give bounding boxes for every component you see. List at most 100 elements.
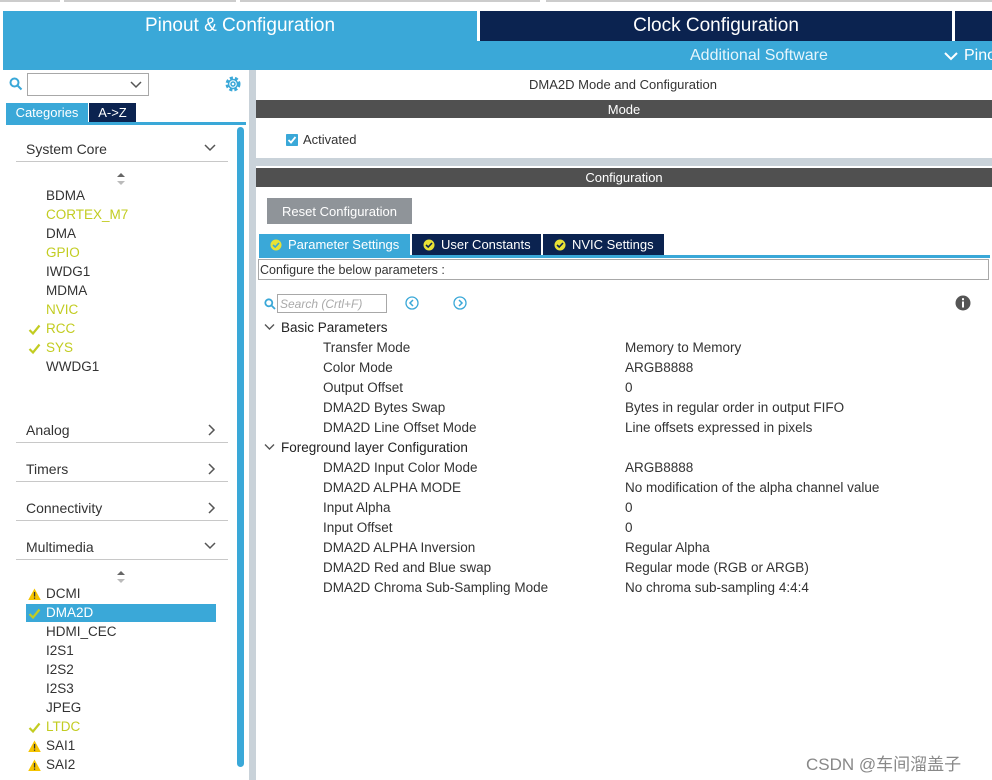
parameter-value[interactable]: Bytes in regular order in output FIFO bbox=[625, 400, 844, 415]
parameter-row[interactable]: DMA2D Bytes Swap Bytes in regular order i… bbox=[323, 399, 963, 417]
peripheral-label: WWDG1 bbox=[46, 359, 100, 374]
category-multimedia[interactable]: Multimedia bbox=[16, 535, 228, 560]
peripheral-item[interactable]: CORTEX_M7 bbox=[26, 206, 216, 224]
parameter-row[interactable]: DMA2D Red and Blue swap Regular mode (RGB… bbox=[323, 559, 963, 577]
parameter-name: Transfer Mode bbox=[323, 340, 411, 355]
window-top-strip bbox=[0, 0, 992, 11]
peripheral-item[interactable]: BDMA bbox=[26, 187, 216, 205]
left-scrollbar-thumb[interactable] bbox=[237, 127, 244, 767]
parameter-value[interactable]: ARGB8888 bbox=[625, 460, 693, 475]
parameter-value[interactable]: No chroma sub-sampling 4:4:4 bbox=[625, 580, 809, 595]
previous-result-icon[interactable] bbox=[405, 296, 419, 310]
parameter-value[interactable]: Line offsets expressed in pixels bbox=[625, 420, 812, 435]
tab-nvic-settings[interactable]: NVIC Settings bbox=[543, 234, 664, 255]
info-icon[interactable] bbox=[955, 295, 971, 311]
strip-segment bbox=[64, 0, 236, 2]
tab-label: User Constants bbox=[441, 237, 531, 252]
activated-label: Activated bbox=[303, 132, 357, 147]
parameter-row[interactable]: DMA2D Input Color Mode ARGB8888 bbox=[323, 459, 963, 477]
peripheral-item[interactable]: GPIO bbox=[26, 244, 216, 262]
parameter-value[interactable]: 0 bbox=[625, 500, 633, 515]
peripheral-item[interactable]: SAI2 bbox=[26, 756, 216, 774]
peripheral-item[interactable]: I2S1 bbox=[26, 642, 216, 660]
peripheral-label: I2S3 bbox=[46, 681, 74, 696]
peripheral-item[interactable]: MDMA bbox=[26, 282, 216, 300]
tab-categories[interactable]: Categories bbox=[6, 103, 88, 122]
category-connectivity[interactable]: Connectivity bbox=[16, 496, 228, 521]
peripheral-item[interactable]: LTDC bbox=[26, 718, 216, 736]
parameter-row[interactable]: Color Mode ARGB8888 bbox=[323, 359, 963, 377]
strip-segment bbox=[546, 0, 992, 2]
parameter-row[interactable]: DMA2D ALPHA MODE No modification of the a… bbox=[323, 479, 963, 497]
peripheral-item[interactable]: DCMI bbox=[26, 585, 216, 603]
parameter-row[interactable]: Transfer Mode Memory to Memory bbox=[323, 339, 963, 357]
category-timers[interactable]: Timers bbox=[16, 457, 228, 482]
parameter-row[interactable]: Input Offset 0 bbox=[323, 519, 963, 537]
parameter-value[interactable]: No modification of the alpha channel val… bbox=[625, 480, 879, 495]
tab-clock-configuration[interactable]: Clock Configuration bbox=[480, 11, 952, 41]
peripheral-item[interactable]: WWDG1 bbox=[26, 358, 216, 376]
peripheral-item[interactable]: RCC bbox=[26, 320, 216, 338]
peripheral-label: DMA bbox=[46, 226, 76, 241]
pinout-view-menu[interactable]: Pino bbox=[944, 47, 992, 65]
category-analog[interactable]: Analog bbox=[16, 418, 228, 443]
tab-pinout-configuration[interactable]: Pinout & Configuration bbox=[3, 11, 477, 41]
peripheral-item[interactable]: DMA2D bbox=[26, 604, 216, 622]
activated-checkbox[interactable] bbox=[286, 134, 298, 146]
chevron-down-icon bbox=[130, 81, 142, 89]
panel-splitter[interactable] bbox=[249, 70, 256, 780]
chevron-right-icon bbox=[208, 424, 216, 436]
category-search-combo[interactable] bbox=[27, 73, 149, 96]
reset-configuration-button[interactable]: Reset Configuration bbox=[267, 198, 412, 224]
peripheral-label: HDMI_CEC bbox=[46, 624, 117, 639]
chevron-right-icon bbox=[208, 502, 216, 514]
parameter-value[interactable]: 0 bbox=[625, 520, 633, 535]
peripheral-item[interactable]: JPEG bbox=[26, 699, 216, 717]
tab-parameter-settings[interactable]: Parameter Settings bbox=[259, 234, 410, 255]
check-icon bbox=[28, 343, 41, 355]
peripheral-item[interactable]: IWDG1 bbox=[26, 263, 216, 281]
peripheral-item[interactable]: DMA bbox=[26, 225, 216, 243]
parameter-value[interactable]: ARGB8888 bbox=[625, 360, 693, 375]
additional-software-link[interactable]: Additional Software bbox=[690, 47, 828, 65]
peripheral-item[interactable]: I2S2 bbox=[26, 661, 216, 679]
category-system-core[interactable]: System Core bbox=[16, 137, 228, 162]
peripheral-item[interactable]: HDMI_CEC bbox=[26, 623, 216, 641]
chevron-down-icon bbox=[264, 444, 275, 450]
parameter-row[interactable]: DMA2D ALPHA Inversion Regular Alpha bbox=[323, 539, 963, 557]
parameter-name: DMA2D Bytes Swap bbox=[323, 400, 446, 415]
parameter-search-input[interactable]: Search (Crtl+F) bbox=[277, 294, 387, 313]
parameter-name: DMA2D Line Offset Mode bbox=[323, 420, 477, 435]
peripheral-item[interactable]: SAI1 bbox=[26, 737, 216, 755]
peripheral-item[interactable]: I2S3 bbox=[26, 680, 216, 698]
tab-label: Parameter Settings bbox=[288, 237, 400, 252]
watermark: CSDN @车间溜盖子 bbox=[806, 755, 962, 774]
gear-icon[interactable] bbox=[224, 75, 242, 93]
sort-arrows-icon[interactable] bbox=[116, 172, 126, 186]
parameter-row[interactable]: DMA2D Chroma Sub-Sampling Mode No chroma … bbox=[323, 579, 963, 597]
parameter-value[interactable]: 0 bbox=[625, 380, 633, 395]
parameter-row[interactable]: Input Alpha 0 bbox=[323, 499, 963, 517]
section-divider bbox=[256, 158, 992, 166]
next-result-icon[interactable] bbox=[453, 296, 467, 310]
tab-label: Pinout & Configuration bbox=[144, 15, 336, 36]
parameter-value[interactable]: Regular mode (RGB or ARGB) bbox=[625, 560, 809, 575]
tab-a-to-z[interactable]: A->Z bbox=[89, 103, 136, 122]
parameter-value[interactable]: Regular Alpha bbox=[625, 540, 710, 555]
parameter-row[interactable]: Output Offset 0 bbox=[323, 379, 963, 397]
peripheral-label: I2S1 bbox=[46, 643, 74, 658]
tab-label: A->Z bbox=[98, 105, 127, 120]
tab-overflow[interactable] bbox=[955, 11, 992, 41]
parameter-value[interactable]: Memory to Memory bbox=[625, 340, 741, 355]
peripheral-item[interactable]: SYS bbox=[26, 339, 216, 357]
warning-icon bbox=[28, 588, 41, 600]
sort-arrows-icon[interactable] bbox=[116, 570, 126, 584]
pinout-view-label: Pino bbox=[964, 47, 992, 64]
peripheral-label: DMA2D bbox=[46, 605, 94, 620]
peripheral-label: LTDC bbox=[46, 719, 81, 734]
peripheral-item[interactable]: NVIC bbox=[26, 301, 216, 319]
parameter-name: Input Offset bbox=[323, 520, 393, 535]
search-icon bbox=[264, 298, 276, 310]
tab-user-constants[interactable]: User Constants bbox=[412, 234, 541, 255]
parameter-row[interactable]: DMA2D Line Offset Mode Line offsets expre… bbox=[323, 419, 963, 437]
